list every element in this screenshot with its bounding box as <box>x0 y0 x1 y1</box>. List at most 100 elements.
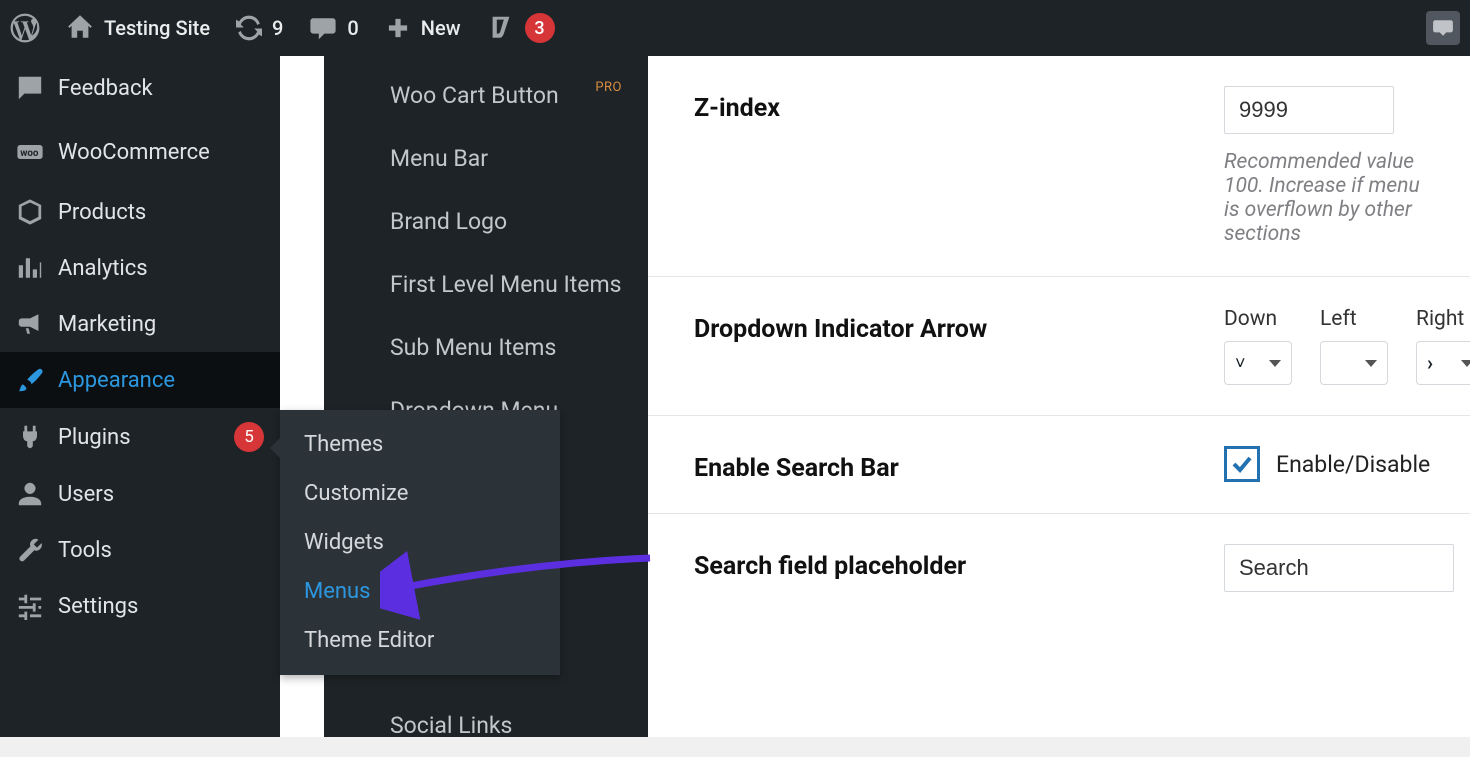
arrow-select-down[interactable]: ˅ <box>1224 341 1292 385</box>
customize-item-first-level[interactable]: First Level Menu Items <box>280 253 648 316</box>
sidebar-item-appearance[interactable]: Appearance <box>0 352 280 408</box>
setting-zindex: Z-index Recommended value 100. Increase … <box>648 56 1470 277</box>
submenu-theme-editor[interactable]: Theme Editor <box>280 616 560 665</box>
sidebar-item-label: Tools <box>58 538 264 563</box>
sidebar-item-settings[interactable]: Settings <box>0 578 280 634</box>
adminbar-right <box>1426 11 1460 45</box>
sidebar-item-label: WooCommerce <box>58 140 264 165</box>
zindex-hint: Recommended value 100. Increase if menu … <box>1224 150 1424 246</box>
arrow-col-label: Down <box>1224 307 1292 331</box>
yoast-icon <box>487 14 515 42</box>
customize-item-sub-menu[interactable]: Sub Menu Items <box>280 316 648 379</box>
customize-item-label: Menu Bar <box>390 145 488 172</box>
sidebar-item-label: Marketing <box>58 312 264 337</box>
zindex-input[interactable] <box>1224 86 1394 134</box>
updates-link[interactable]: 9 <box>236 15 283 41</box>
sidebar-item-products[interactable]: Products <box>0 184 280 240</box>
setting-search-placeholder: Search field placeholder <box>648 514 1470 622</box>
sidebar-item-feedback[interactable]: Feedback <box>0 56 280 120</box>
comments-count: 0 <box>347 16 358 40</box>
site-link[interactable]: Testing Site <box>66 14 210 42</box>
chat-icon <box>1432 17 1454 39</box>
arrow-select-right[interactable]: › <box>1416 341 1470 385</box>
site-title: Testing Site <box>104 16 210 40</box>
arrow-col-down: Down ˅ <box>1224 307 1292 385</box>
customize-item-label: Woo Cart Button <box>390 82 559 109</box>
admin-sidebar: Feedback woo WooCommerce Products Analyt… <box>0 56 280 737</box>
customize-item-label: Brand Logo <box>390 208 507 235</box>
brush-icon <box>16 366 44 394</box>
sidebar-item-woocommerce[interactable]: woo WooCommerce <box>0 120 280 184</box>
customize-item-woo-cart[interactable]: Woo Cart Button PRO <box>280 64 648 127</box>
customize-item-social-links[interactable]: Social Links <box>280 694 648 757</box>
sidebar-item-users[interactable]: Users <box>0 466 280 522</box>
setting-label: Z-index <box>694 86 1184 123</box>
setting-dropdown-arrow: Dropdown Indicator Arrow Down ˅ Left <box>648 277 1470 416</box>
arrow-col-label: Left <box>1320 307 1388 331</box>
arrow-col-right: Right › <box>1416 307 1470 385</box>
submenu-themes[interactable]: Themes <box>280 420 560 469</box>
plus-icon <box>385 15 411 41</box>
submenu-label: Themes <box>304 432 383 457</box>
sidebar-item-label: Settings <box>58 594 264 619</box>
yoast-count: 3 <box>525 13 555 43</box>
customize-item-label: First Level Menu Items <box>390 271 622 298</box>
wp-logo[interactable] <box>10 13 40 43</box>
submenu-widgets[interactable]: Widgets <box>280 518 560 567</box>
comments-link[interactable]: 0 <box>309 14 358 42</box>
sidebar-item-label: Plugins <box>58 425 220 450</box>
checkmark-icon <box>1230 452 1254 476</box>
customize-item-label: Sub Menu Items <box>390 334 556 361</box>
plug-icon <box>16 423 44 451</box>
settings-form: Z-index Recommended value 100. Increase … <box>648 56 1470 737</box>
arrow-glyph: › <box>1427 351 1433 375</box>
sidebar-item-analytics[interactable]: Analytics <box>0 240 280 296</box>
user-icon <box>16 480 44 508</box>
submenu-label: Customize <box>304 481 408 506</box>
sidebar-item-label: Users <box>58 482 264 507</box>
sliders-icon <box>16 592 44 620</box>
new-label: New <box>421 16 461 40</box>
submenu-menus[interactable]: Menus <box>280 567 560 616</box>
customize-item-menu-bar[interactable]: Menu Bar <box>280 127 648 190</box>
submenu-label: Widgets <box>304 530 384 555</box>
sidebar-item-label: Products <box>58 200 264 225</box>
plugins-update-count: 5 <box>234 422 264 452</box>
admin-bar: Testing Site 9 0 New 3 <box>0 0 1470 56</box>
setting-label: Enable Search Bar <box>694 446 1184 483</box>
sidebar-item-label: Feedback <box>58 76 264 101</box>
submenu-label: Theme Editor <box>304 628 434 653</box>
arrow-glyph: ˅ <box>1235 353 1246 374</box>
sidebar-item-label: Analytics <box>58 256 264 281</box>
arrow-select-left[interactable] <box>1320 341 1388 385</box>
home-icon <box>66 14 94 42</box>
wordpress-icon <box>10 13 40 43</box>
feedback-icon <box>16 74 44 102</box>
chevron-down-icon <box>1269 360 1281 367</box>
checkbox-label: Enable/Disable <box>1276 451 1430 478</box>
new-link[interactable]: New <box>385 15 461 41</box>
pro-badge: PRO <box>595 80 622 95</box>
setting-search-enable: Enable Search Bar Enable/Disable <box>648 416 1470 514</box>
sidebar-item-marketing[interactable]: Marketing <box>0 296 280 352</box>
updates-count: 9 <box>272 16 283 40</box>
comment-icon <box>309 14 337 42</box>
woocommerce-icon: woo <box>16 138 44 166</box>
refresh-icon <box>236 15 262 41</box>
yoast-link[interactable]: 3 <box>487 13 555 43</box>
chevron-down-icon <box>1365 360 1377 367</box>
submenu-customize[interactable]: Customize <box>280 469 560 518</box>
search-placeholder-input[interactable] <box>1224 544 1454 592</box>
box-icon <box>16 198 44 226</box>
appearance-submenu: Themes Customize Widgets Menus Theme Edi… <box>280 410 560 675</box>
customize-item-label: Social Links <box>390 712 512 739</box>
enable-search-checkbox[interactable] <box>1224 446 1260 482</box>
wrench-icon <box>16 536 44 564</box>
setting-label: Dropdown Indicator Arrow <box>694 307 1184 344</box>
sidebar-item-plugins[interactable]: Plugins 5 <box>0 408 280 466</box>
customize-item-brand-logo[interactable]: Brand Logo <box>280 190 648 253</box>
submenu-label: Menus <box>304 579 371 604</box>
inbox-button[interactable] <box>1426 11 1460 45</box>
megaphone-icon <box>16 310 44 338</box>
sidebar-item-tools[interactable]: Tools <box>0 522 280 578</box>
